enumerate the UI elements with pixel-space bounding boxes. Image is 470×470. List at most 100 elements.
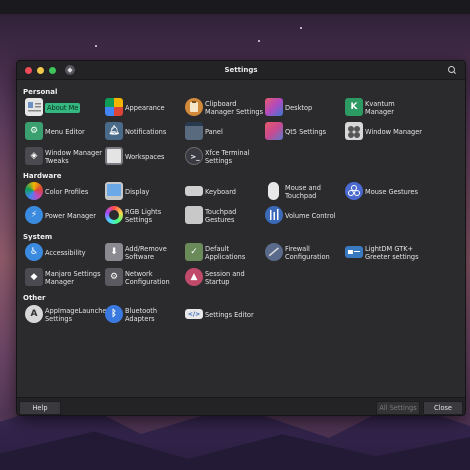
item-appimagelauncher-settings[interactable]: A AppImageLauncher Settings <box>23 304 110 326</box>
item-add-remove-software[interactable]: ⬇ Add/Remove Software <box>103 242 183 264</box>
item-panel[interactable]: Panel <box>183 121 263 143</box>
category-other: Other <box>23 294 46 302</box>
appimage-icon: A <box>25 305 43 323</box>
monitor-icon <box>105 182 123 200</box>
item-label: Panel <box>205 128 223 136</box>
item-label: Settings Editor <box>205 311 254 319</box>
window-manager-icon <box>345 122 363 140</box>
item-label: Touchpad Gestures <box>205 208 237 224</box>
search-icon[interactable] <box>447 65 457 75</box>
item-label: Display <box>125 188 150 196</box>
palette-icon <box>105 98 123 116</box>
item-label: AppImageLauncher Settings <box>45 307 110 323</box>
volume-icon <box>265 206 283 224</box>
item-menu-editor[interactable]: ⚙ Menu Editor <box>23 121 103 143</box>
item-label: Menu Editor <box>45 128 85 136</box>
item-volume-control[interactable]: Volume Control <box>263 205 343 227</box>
item-bluetooth-adapters[interactable]: ᛒ Bluetooth Adapters <box>103 304 183 326</box>
item-display[interactable]: Display <box>103 181 183 203</box>
mouse-icon <box>268 182 279 200</box>
item-label: Volume Control <box>285 212 336 220</box>
all-settings-button[interactable]: All Settings <box>376 401 420 415</box>
item-appearance[interactable]: Appearance <box>103 97 183 119</box>
category-personal: Personal <box>23 88 58 96</box>
panel-icon <box>185 122 203 140</box>
item-label: Accessibility <box>45 249 86 257</box>
item-keyboard[interactable]: Keyboard <box>183 181 263 203</box>
item-qt5-settings[interactable]: Qt5 Settings <box>263 121 343 143</box>
item-session-and-startup[interactable]: ▲ Session and Startup <box>183 267 263 289</box>
item-label: Window Manager Tweaks <box>45 149 102 165</box>
item-label: Manjaro Settings Manager <box>45 270 101 286</box>
item-kvantum-manager[interactable]: K Kvantum Manager <box>343 97 423 119</box>
item-window-manager[interactable]: Window Manager <box>343 121 423 143</box>
wallpaper-star <box>258 40 260 42</box>
terminal-icon: >_ <box>185 147 203 165</box>
help-button[interactable]: Help <box>19 401 61 415</box>
item-color-profiles[interactable]: Color Profiles <box>23 181 103 203</box>
item-mouse-touchpad[interactable]: Mouse and Touchpad <box>263 181 343 203</box>
item-workspaces[interactable]: Workspaces <box>103 146 183 168</box>
item-xfce-terminal-settings[interactable]: >_ Xfce Terminal Settings <box>183 146 263 168</box>
item-notifications[interactable]: 🔔︎ Notifications <box>103 121 183 143</box>
item-label: Mouse Gestures <box>365 188 418 196</box>
item-network-configuration[interactable]: ⚙ Network Configuration <box>103 267 183 289</box>
item-label: About Me <box>45 103 81 113</box>
item-label: Kvantum Manager <box>365 100 395 116</box>
lightdm-icon <box>345 246 363 258</box>
dialog-footer: Help All Settings Close <box>17 397 465 415</box>
item-label: Network Configuration <box>125 270 170 286</box>
item-settings-editor[interactable]: </> Settings Editor <box>183 304 263 326</box>
network-icon: ⚙ <box>105 268 123 286</box>
item-about-me[interactable]: About Me <box>23 97 103 119</box>
tweaks-icon: ◈ <box>25 147 43 165</box>
item-label: Add/Remove Software <box>125 245 167 261</box>
item-label: Desktop <box>285 104 313 112</box>
desktop-icon <box>265 98 283 116</box>
item-label: RGB Lights Settings <box>125 208 162 224</box>
accessibility-icon: ♿︎ <box>25 243 43 261</box>
code-icon: </> <box>185 309 203 319</box>
item-lightdm-greeter-settings[interactable]: LightDM GTK+ Greeter settings <box>343 242 423 264</box>
wallpaper-star <box>95 45 97 47</box>
item-manjaro-settings-manager[interactable]: ◆ Manjaro Settings Manager <box>23 267 103 289</box>
item-label: Session and Startup <box>205 270 245 286</box>
window-title: Settings <box>224 66 258 74</box>
item-label: Keyboard <box>205 188 236 196</box>
item-label: Window Manager <box>365 128 422 136</box>
bell-icon: 🔔︎ <box>105 122 123 140</box>
item-label: Clipboard Manager Settings <box>205 100 264 116</box>
bluetooth-icon: ᛒ <box>105 305 123 323</box>
rgb-icon <box>105 206 123 224</box>
item-default-applications[interactable]: ✓ Default Applications <box>183 242 263 264</box>
settings-window: ◆ Settings Personal About Me Appearance … <box>16 60 466 416</box>
item-power-manager[interactable]: ⚡ Power Manager <box>23 205 103 227</box>
item-clipboard-manager-settings[interactable]: Clipboard Manager Settings <box>183 97 263 119</box>
item-label: Xfce Terminal Settings <box>205 149 250 165</box>
qt5-icon <box>265 122 283 140</box>
category-system: System <box>23 233 53 241</box>
power-icon: ⚡ <box>25 206 43 224</box>
item-label: Firewall Configuration <box>285 245 330 261</box>
top-panel <box>0 0 470 14</box>
item-firewall-configuration[interactable]: Firewall Configuration <box>263 242 343 264</box>
item-label: Color Profiles <box>45 188 89 196</box>
id-card-icon <box>25 98 43 116</box>
wallpaper-star <box>300 27 302 29</box>
item-label: LightDM GTK+ Greeter settings <box>365 245 419 261</box>
item-label: Workspaces <box>125 153 165 161</box>
software-icon: ⬇ <box>105 243 123 261</box>
color-wheel-icon <box>25 182 43 200</box>
item-accessibility[interactable]: ♿︎ Accessibility <box>23 242 103 264</box>
item-touchpad-gestures[interactable]: Touchpad Gestures <box>183 205 263 227</box>
item-mouse-gestures[interactable]: Mouse Gestures <box>343 181 423 203</box>
firewall-icon <box>265 243 283 261</box>
item-window-manager-tweaks[interactable]: ◈ Window Manager Tweaks <box>23 146 103 168</box>
title-bar: ◆ Settings <box>17 61 465 80</box>
gestures-icon <box>345 182 363 200</box>
close-button[interactable]: Close <box>423 401 463 415</box>
item-desktop[interactable]: Desktop <box>263 97 343 119</box>
item-label: Bluetooth Adapters <box>125 307 158 323</box>
item-label: Qt5 Settings <box>285 128 327 136</box>
item-rgb-lights-settings[interactable]: RGB Lights Settings <box>103 205 183 227</box>
